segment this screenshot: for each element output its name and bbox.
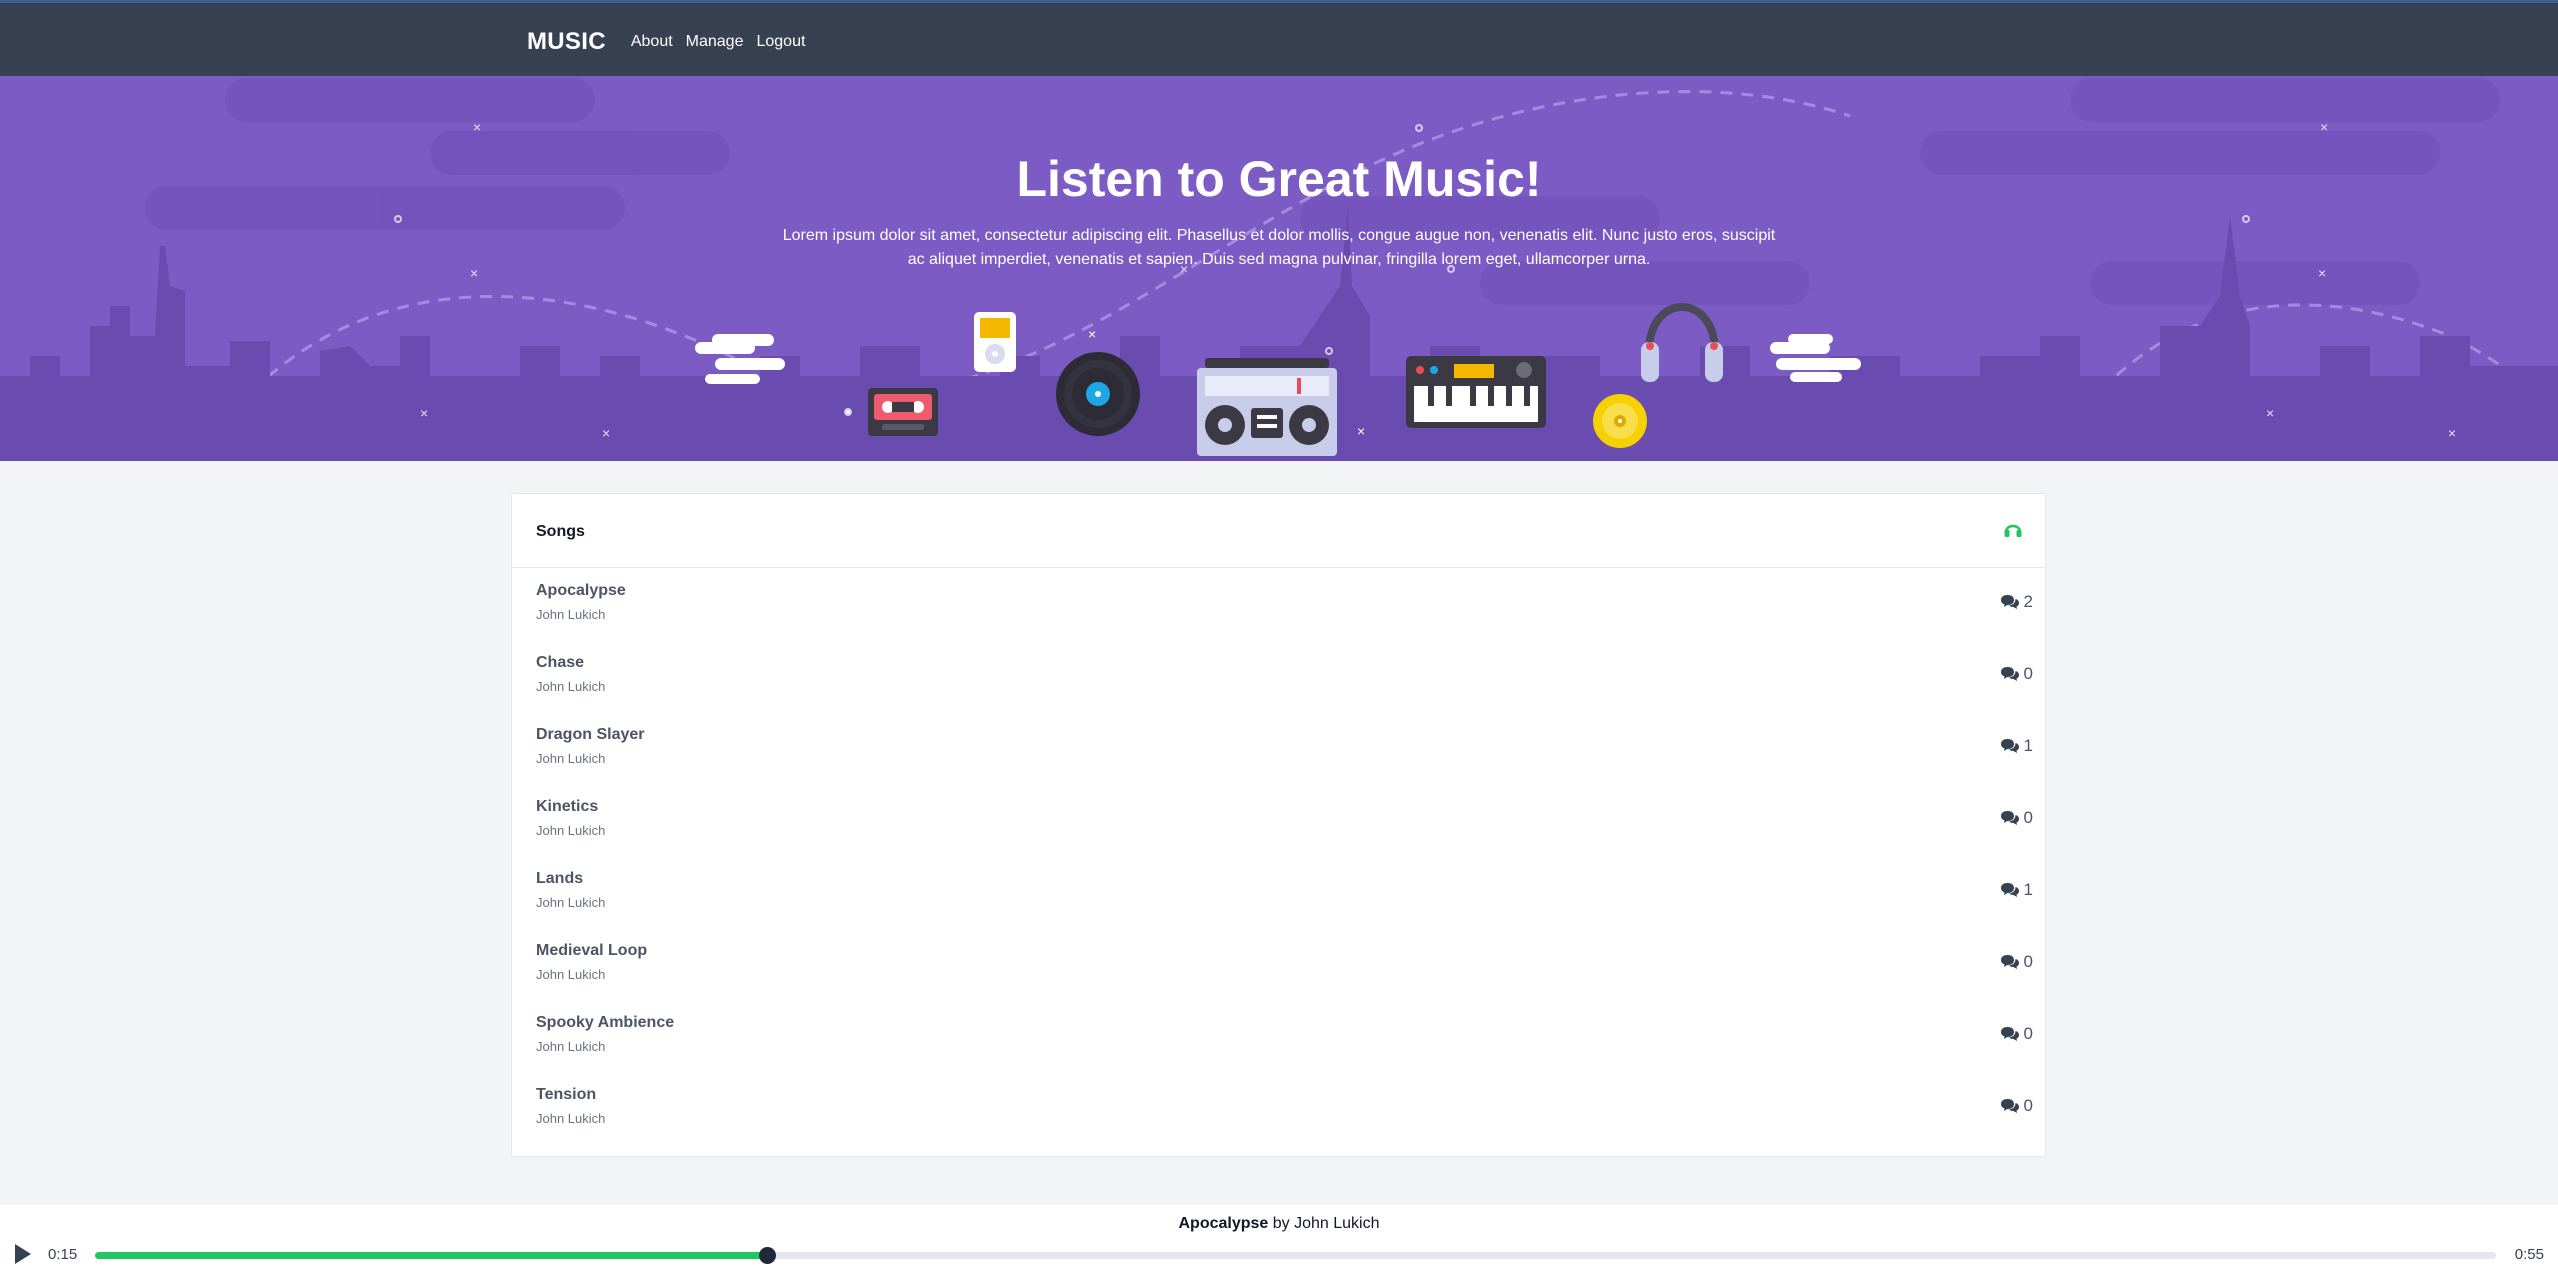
comment-count[interactable]: 2 xyxy=(2000,592,2033,612)
now-playing-title: Apocalypse xyxy=(1178,1215,1269,1232)
duration: 0:55 xyxy=(2514,1246,2544,1263)
song-artist: John Lukich xyxy=(536,823,606,838)
progress-fill xyxy=(95,1252,768,1259)
song-artist: John Lukich xyxy=(536,607,606,622)
current-time: 0:15 xyxy=(48,1246,78,1263)
now-playing: Apocalypse by John Lukich xyxy=(0,1215,2558,1233)
song-row[interactable]: Spooky Ambience John Lukich 0 xyxy=(512,1002,2045,1074)
comment-count[interactable]: 0 xyxy=(2000,664,2033,684)
svg-text:×: × xyxy=(1088,326,1096,342)
comment-count[interactable]: 1 xyxy=(2000,736,2033,756)
hero-title: Listen to Great Music! xyxy=(1016,151,1542,207)
song-title[interactable]: Chase xyxy=(536,654,584,672)
songs-title: Songs xyxy=(536,523,585,540)
comments-icon xyxy=(2000,667,2019,681)
comment-count[interactable]: 0 xyxy=(2000,808,2033,828)
comment-count[interactable]: 1 xyxy=(2000,880,2033,900)
song-title[interactable]: Lands xyxy=(536,870,583,888)
song-row[interactable]: Kinetics John Lukich 0 xyxy=(512,786,2045,858)
comment-count[interactable]: 0 xyxy=(2000,952,2033,972)
song-artist: John Lukich xyxy=(536,1111,606,1126)
comments-icon xyxy=(2000,739,2019,753)
comment-count-value: 0 xyxy=(2023,1024,2033,1043)
comment-count-value: 1 xyxy=(2023,736,2033,755)
comments-icon xyxy=(2000,1099,2019,1113)
svg-text:×: × xyxy=(470,265,478,281)
songs-card-header: Songs xyxy=(512,494,2045,568)
comment-count-value: 1 xyxy=(2023,880,2033,899)
nav-link-about[interactable]: About xyxy=(631,33,673,51)
song-row[interactable]: Apocalypse John Lukich 2 xyxy=(512,570,2045,642)
song-row[interactable]: Tension John Lukich 0 xyxy=(512,1074,2045,1146)
song-title[interactable]: Tension xyxy=(536,1086,596,1104)
comments-icon xyxy=(2000,811,2019,825)
song-artist: John Lukich xyxy=(536,895,606,910)
comment-count-value: 0 xyxy=(2023,808,2033,827)
comments-icon xyxy=(2000,1027,2019,1041)
song-title[interactable]: Kinetics xyxy=(536,798,598,816)
progress-track[interactable] xyxy=(95,1247,2496,1264)
song-artist: John Lukich xyxy=(536,751,606,766)
play-icon[interactable] xyxy=(14,1243,32,1270)
svg-text:×: × xyxy=(2320,119,2328,135)
headphones-icon xyxy=(2003,520,2023,543)
song-row[interactable]: Chase John Lukich 0 xyxy=(512,642,2045,714)
hero-description: Lorem ipsum dolor sit amet, consectetur … xyxy=(782,227,1776,268)
brand-logo[interactable]: MUSIC xyxy=(527,28,606,56)
svg-text:×: × xyxy=(602,425,610,441)
comment-count-value: 2 xyxy=(2023,592,2033,611)
song-artist: John Lukich xyxy=(536,967,606,982)
songs-card: Songs Apocalypse John Lukich 2 Chase John Lu… xyxy=(511,493,2046,1157)
song-title[interactable]: Medieval Loop xyxy=(536,942,647,960)
comments-icon xyxy=(2000,883,2019,897)
svg-text:×: × xyxy=(420,405,428,421)
now-playing-artist: John Lukich xyxy=(1294,1215,1380,1232)
nav-link-manage[interactable]: Manage xyxy=(686,33,744,51)
progress-handle[interactable] xyxy=(759,1247,777,1264)
song-artist: John Lukich xyxy=(536,1039,606,1054)
comment-count[interactable]: 0 xyxy=(2000,1024,2033,1044)
comment-count-value: 0 xyxy=(2023,952,2033,971)
song-row[interactable]: Dragon Slayer John Lukich 1 xyxy=(512,714,2045,786)
song-row[interactable]: Medieval Loop John Lukich 0 xyxy=(512,930,2045,1002)
svg-text:×: × xyxy=(2448,425,2456,441)
comment-count-value: 0 xyxy=(2023,664,2033,683)
svg-text:×: × xyxy=(2266,405,2274,421)
svg-text:×: × xyxy=(473,119,481,135)
now-playing-by: by xyxy=(1272,1215,1290,1232)
song-row[interactable]: Lands John Lukich 1 xyxy=(512,858,2045,930)
svg-text:×: × xyxy=(1357,423,1365,439)
song-title[interactable]: Dragon Slayer xyxy=(536,726,644,744)
hero-banner: × × × × × × × × × × × Listen to Great Mu… xyxy=(0,76,2558,461)
song-title[interactable]: Apocalypse xyxy=(536,582,626,600)
top-navbar: MUSIC About Manage Logout xyxy=(0,0,2558,76)
svg-text:×: × xyxy=(2318,265,2326,281)
nav-link-logout[interactable]: Logout xyxy=(756,33,805,51)
song-artist: John Lukich xyxy=(536,679,606,694)
comment-count-value: 0 xyxy=(2023,1096,2033,1115)
comments-icon xyxy=(2000,955,2019,969)
comments-icon xyxy=(2000,595,2019,609)
audio-player: Apocalypse by John Lukich 0:15 0:55 xyxy=(0,1205,2558,1274)
song-title[interactable]: Spooky Ambience xyxy=(536,1014,674,1032)
comment-count[interactable]: 0 xyxy=(2000,1096,2033,1116)
nav: MUSIC About Manage Logout xyxy=(527,28,818,56)
